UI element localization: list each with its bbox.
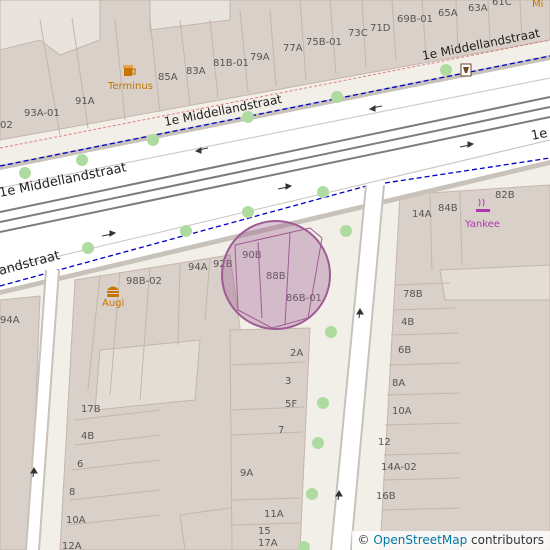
house-number: 12 [378, 437, 391, 448]
house-number: 6 [77, 459, 83, 470]
house-number: 78B [403, 289, 423, 300]
house-number: 94A [188, 262, 208, 273]
openstreetmap-link[interactable]: OpenStreetMap [373, 533, 467, 547]
house-number: 9A [240, 468, 253, 479]
house-number: 75B-01 [306, 37, 342, 48]
shop-icon [460, 63, 472, 77]
house-number: 10A [66, 515, 86, 526]
house-number: 2A [290, 348, 303, 359]
house-number: 71D [370, 23, 391, 34]
house-number: 8A [392, 378, 405, 389]
map-canvas[interactable]: 1e Middellandstraat 1e Middellandstraat … [0, 0, 550, 550]
house-number: 12A [62, 541, 82, 550]
house-number: 5F [285, 399, 297, 410]
house-number: 17B [81, 404, 101, 415]
poi-label-mi: Mi [532, 0, 543, 10]
house-number: 73C [348, 28, 368, 39]
house-number: 16B [376, 491, 396, 502]
house-number: 63A [468, 3, 488, 14]
house-number: 65A [438, 8, 458, 19]
poi-label-terminus: Terminus [107, 81, 153, 92]
house-number: 98B-02 [126, 276, 162, 287]
house-number: 77A [283, 43, 303, 54]
house-number: 79A [250, 52, 270, 63]
house-number: 11A [264, 509, 284, 520]
house-number: 14A [412, 209, 432, 220]
house-number: 85A [158, 72, 178, 83]
house-number: 02 [0, 120, 13, 131]
highlight-circle[interactable] [221, 220, 331, 330]
house-number: 17A [258, 538, 278, 549]
house-number: 15 [258, 526, 271, 537]
attribution-suffix: contributors [471, 533, 544, 547]
house-number: 10A [392, 406, 412, 417]
attribution-bar: © OpenStreetMap contributors [351, 531, 550, 550]
house-number: 7 [278, 425, 284, 436]
house-number: 82B [495, 190, 515, 201]
house-number: 83A [186, 66, 206, 77]
house-number: 14A-02 [381, 462, 417, 473]
house-number: 61C [492, 0, 512, 8]
building-block-east [379, 184, 550, 550]
house-number: 91A [75, 96, 95, 107]
house-number: 8 [69, 487, 75, 498]
house-number: 84B [438, 203, 458, 214]
house-number: 93A-01 [24, 108, 60, 119]
poi-label-yankee: Yankee [464, 219, 500, 230]
house-number: 3 [285, 376, 291, 387]
poi-label-augi: Augi [102, 298, 124, 309]
copyright-symbol: © [357, 533, 370, 547]
house-number: 81B-01 [213, 58, 249, 69]
house-number: 6B [398, 345, 411, 356]
house-number: 4B [401, 317, 414, 328]
house-number: 94A [0, 315, 20, 326]
house-number: 69B-01 [397, 14, 433, 25]
house-number: 4B [81, 431, 94, 442]
